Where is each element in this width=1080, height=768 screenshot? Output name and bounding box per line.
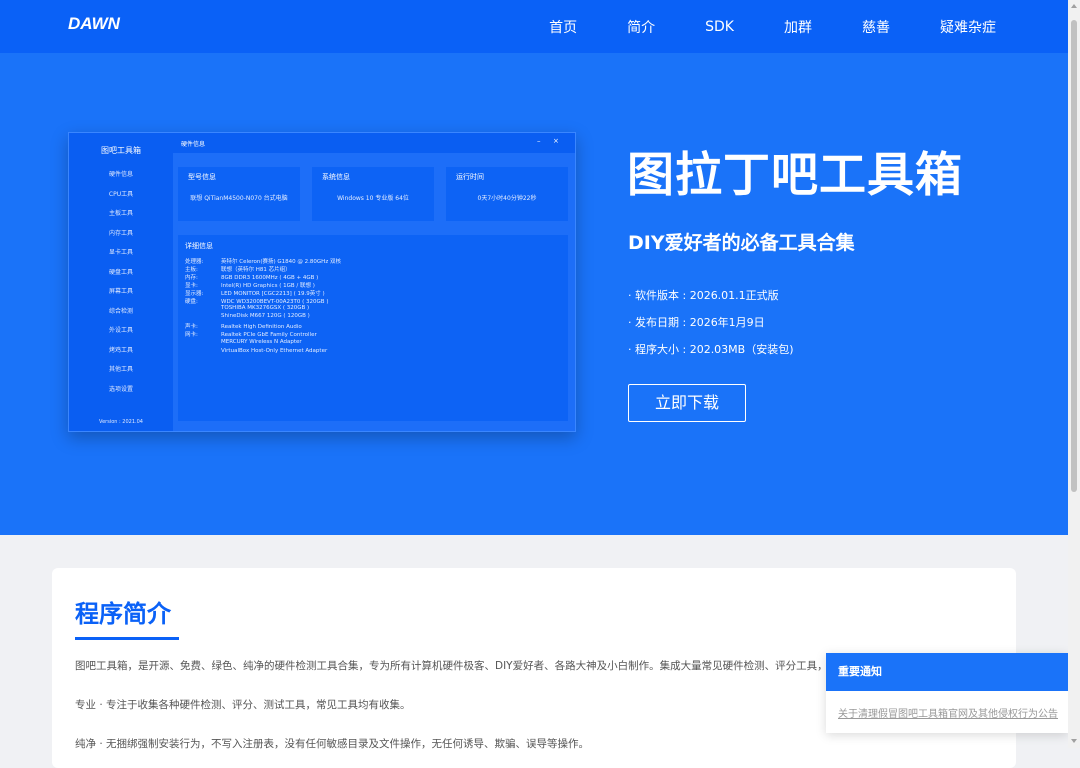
hero-subtitle: DIY爱好者的必备工具合集 [628, 232, 855, 254]
detail-row: 处理器: 英特尔 Celeron(赛扬) G1840 @ 2.80GHz 双核 [185, 259, 341, 265]
program-size: · 程序大小 : 202.03MB（安装包) [628, 343, 794, 356]
model-info-value: 联想 QiTianM4500-N070 台式电脑 [190, 195, 288, 202]
detail-row: 网卡: Realtek PCIe GbE Family Controller [185, 332, 317, 338]
app-sidebar-item: 综合检测 [108, 308, 133, 315]
system-info-value: Windows 10 专业版 64位 [337, 195, 409, 202]
app-sidebar-item: 内存工具 [108, 230, 133, 237]
page-scrollbar[interactable] [1068, 0, 1080, 748]
app-sidebar-item: 烤鸡工具 [108, 347, 133, 354]
minimize-icon: – [537, 137, 541, 145]
detail-row: TOSHIBA MK3276GSX ( 320GB ) [221, 305, 310, 311]
app-sidebar-item: CPU工具 [108, 191, 134, 198]
uptime-card: 运行时间 0天7小时40分钟22秒 [446, 167, 568, 221]
nav-link-group[interactable]: 加群 [784, 17, 812, 37]
app-sidebar: 图吧工具箱 硬件信息 CPU工具 主板工具 内存工具 显卡工具 硬盘工具 屏幕工… [69, 133, 173, 431]
app-version: Version : 2021.04 [99, 419, 143, 425]
app-sidebar-item: 屏幕工具 [108, 288, 133, 295]
app-title: 图吧工具箱 [101, 146, 141, 155]
download-button[interactable]: 立即下载 [628, 384, 746, 422]
nav-link-home[interactable]: 首页 [549, 17, 577, 37]
detail-title: 详细信息 [185, 242, 213, 250]
hero-title: 图拉丁吧工具箱 [627, 148, 963, 203]
intro-paragraph: 专业 · 专注于收集各种硬件检测、评分、测试工具，常见工具均有收集。 [75, 699, 411, 711]
detail-row: 硬盘: WDC WD3200BEVT-00A23T0 ( 320GB ) [185, 299, 329, 305]
app-sidebar-item: 显卡工具 [108, 249, 133, 256]
model-info-card: 型号信息 联想 QiTianM4500-N070 台式电脑 [178, 167, 300, 221]
detail-row: 声卡: Realtek High Definition Audio [185, 324, 302, 330]
scroll-down-arrow[interactable] [1071, 739, 1077, 743]
detail-row: 主板: 联想（英特尔 H81 芯片组） [185, 267, 291, 273]
app-sidebar-item: 硬件信息 [108, 171, 133, 178]
intro-paragraph: 纯净 · 无捆绑强制安装行为，不写入注册表，没有任何敏感目录及文件操作，无任何诱… [75, 738, 590, 750]
detail-row: MERCURY Wireless N Adapter [221, 339, 302, 345]
detail-row: 内存: 8GB DDR3 1600MHz ( 4GB + 4GB ) [185, 275, 319, 281]
intro-title-underline [75, 637, 179, 640]
close-icon: × [553, 137, 559, 145]
app-sidebar-item: 选项设置 [108, 386, 133, 393]
system-info-card: 系统信息 Windows 10 专业版 64位 [312, 167, 434, 221]
intro-title: 程序简介 [75, 600, 171, 628]
model-info-title: 型号信息 [188, 173, 216, 181]
detail-row: VirtualBox Host-Only Ethernet Adapter [221, 348, 328, 354]
notice-popup: 重要通知 关于清理假冒图吧工具箱官网及其他侵权行为公告 [826, 653, 1068, 733]
nav-link-faq[interactable]: 疑难杂症 [940, 17, 996, 37]
detail-row: 显示器: LED MONITOR [CGC2213] ( 19.9英寸 ) [185, 291, 325, 297]
app-screenshot: 图吧工具箱 硬件信息 CPU工具 主板工具 内存工具 显卡工具 硬盘工具 屏幕工… [68, 132, 576, 432]
nav-links: 首页 简介 SDK 加群 慈善 疑难杂症 [499, 0, 996, 53]
top-navbar: DAWN 首页 简介 SDK 加群 慈善 疑难杂症 [0, 0, 1068, 53]
intro-paragraph: 图吧工具箱，是开源、免费、绿色、纯净的硬件检测工具合集，专为所有计算机硬件极客、… [75, 660, 933, 672]
app-window-title: 硬件信息 [181, 141, 206, 148]
notice-header: 重要通知 [826, 653, 1068, 691]
app-sidebar-item: 主板工具 [108, 210, 133, 217]
software-version: · 软件版本 : 2026.01.1正式版 [628, 289, 779, 302]
app-sidebar-item: 其他工具 [108, 366, 133, 373]
detail-row: 显卡: Intel(R) HD Graphics ( 1GB / 联想 ) [185, 283, 315, 289]
app-main: 硬件信息 – × 型号信息 联想 QiTianM4500-N070 台式电脑 系… [173, 133, 575, 431]
detail-row: ShineDisk M667 120G ( 120GB ) [221, 313, 310, 319]
nav-link-sdk[interactable]: SDK [705, 19, 734, 35]
system-info-title: 系统信息 [322, 173, 350, 181]
site-logo[interactable]: DAWN [68, 14, 120, 34]
app-titlebar: 硬件信息 – × [173, 133, 575, 153]
scroll-thumb[interactable] [1071, 20, 1077, 492]
notice-link[interactable]: 关于清理假冒图吧工具箱官网及其他侵权行为公告 [838, 705, 1058, 720]
detail-panel: 详细信息 处理器: 英特尔 Celeron(赛扬) G1840 @ 2.80GHz… [178, 235, 568, 421]
release-date: · 发布日期 : 2026年1月9日 [628, 316, 765, 329]
nav-link-intro[interactable]: 简介 [627, 17, 655, 37]
uptime-value: 0天7小时40分钟22秒 [477, 195, 537, 202]
uptime-title: 运行时间 [456, 173, 484, 181]
app-sidebar-item: 硬盘工具 [108, 269, 133, 276]
app-sidebar-item: 外设工具 [108, 327, 133, 334]
nav-link-charity[interactable]: 慈善 [862, 17, 890, 37]
scroll-up-arrow[interactable] [1071, 4, 1077, 8]
